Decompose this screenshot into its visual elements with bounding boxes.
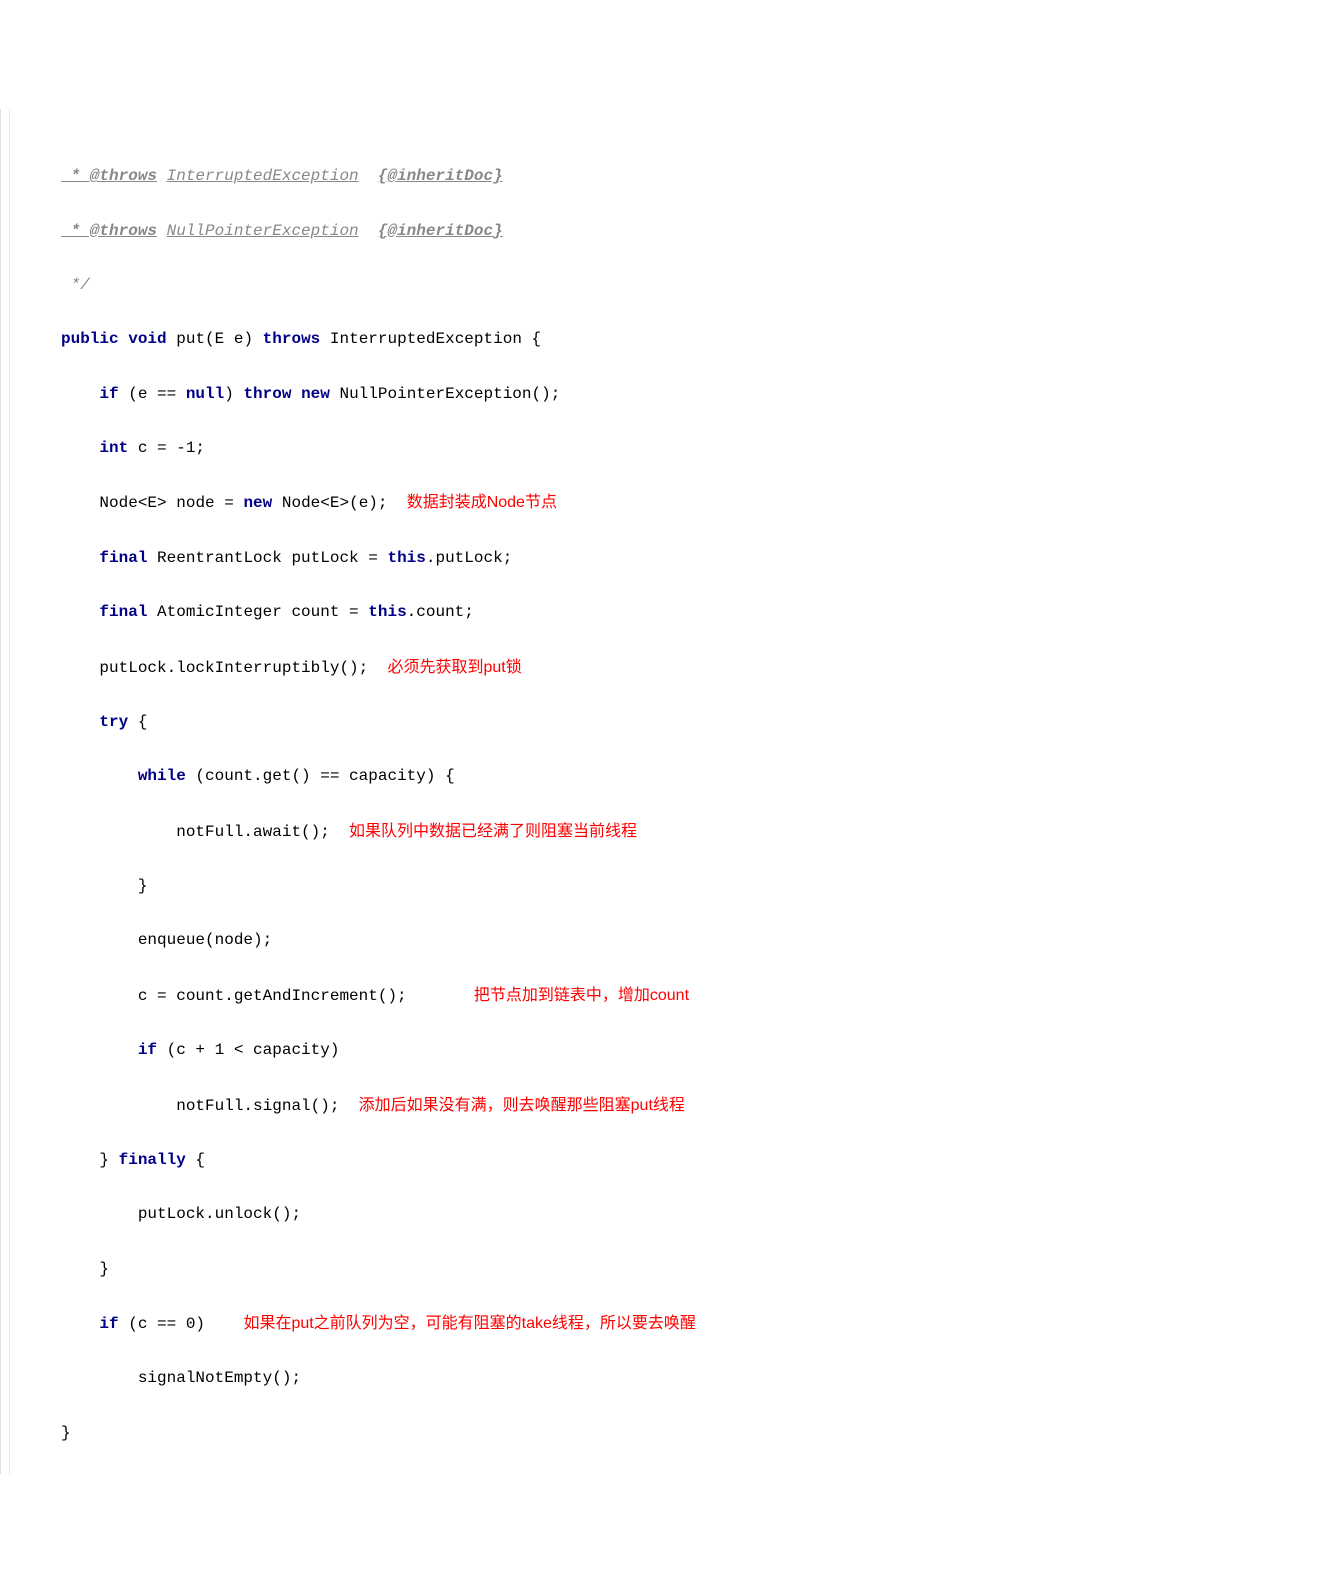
code-line: Node<E> node = new Node<E>(e); 数据封装成Node… bbox=[21, 489, 1334, 517]
annotation-text: 如果队列中数据已经满了则阻塞当前线程 bbox=[349, 823, 637, 840]
code-line: * @throws InterruptedException {@inherit… bbox=[21, 163, 1334, 190]
code-line: public void put(E e) throws InterruptedE… bbox=[21, 326, 1334, 353]
code-line: if (e == null) throw new NullPointerExce… bbox=[21, 381, 1334, 408]
code-line: notFull.await(); 如果队列中数据已经满了则阻塞当前线程 bbox=[21, 818, 1334, 846]
code-line: if (c == 0) 如果在put之前队列为空，可能有阻塞的take线程，所以… bbox=[21, 1310, 1334, 1338]
code-line: enqueue(node); bbox=[21, 927, 1334, 954]
code-line: } bbox=[21, 873, 1334, 900]
code-line: * @throws NullPointerException {@inherit… bbox=[21, 218, 1334, 245]
annotation-text: 数据封装成Node节点 bbox=[407, 494, 557, 511]
annotation-text: 添加后如果没有满，则去唤醒那些阻塞put线程 bbox=[359, 1097, 685, 1114]
gutter-border bbox=[9, 109, 10, 1474]
annotation-text: 把节点加到链表中，增加count bbox=[474, 987, 689, 1004]
annotation-text: 如果在put之前队列为空，可能有阻塞的take线程，所以要去唤醒 bbox=[243, 1315, 696, 1332]
code-line: } finally { bbox=[21, 1147, 1334, 1174]
code-line: */ bbox=[21, 272, 1334, 299]
code-line: if (c + 1 < capacity) bbox=[21, 1037, 1334, 1064]
code-line: while (count.get() == capacity) { bbox=[21, 763, 1334, 790]
code-line: try { bbox=[21, 709, 1334, 736]
code-line: c = count.getAndIncrement(); 把节点加到链表中，增加… bbox=[21, 982, 1334, 1010]
code-line: } bbox=[21, 1420, 1334, 1447]
code-line: int c = -1; bbox=[21, 435, 1334, 462]
code-line: putLock.unlock(); bbox=[21, 1201, 1334, 1228]
code-line: final AtomicInteger count = this.count; bbox=[21, 599, 1334, 626]
annotation-text: 必须先获取到put锁 bbox=[387, 659, 521, 676]
code-line: signalNotEmpty(); bbox=[21, 1365, 1334, 1392]
code-editor[interactable]: * @throws InterruptedException {@inherit… bbox=[0, 109, 1334, 1474]
code-line: putLock.lockInterruptibly(); 必须先获取到put锁 bbox=[21, 654, 1334, 682]
code-line: notFull.signal(); 添加后如果没有满，则去唤醒那些阻塞put线程 bbox=[21, 1092, 1334, 1120]
code-line: final ReentrantLock putLock = this.putLo… bbox=[21, 545, 1334, 572]
code-line: } bbox=[21, 1256, 1334, 1283]
